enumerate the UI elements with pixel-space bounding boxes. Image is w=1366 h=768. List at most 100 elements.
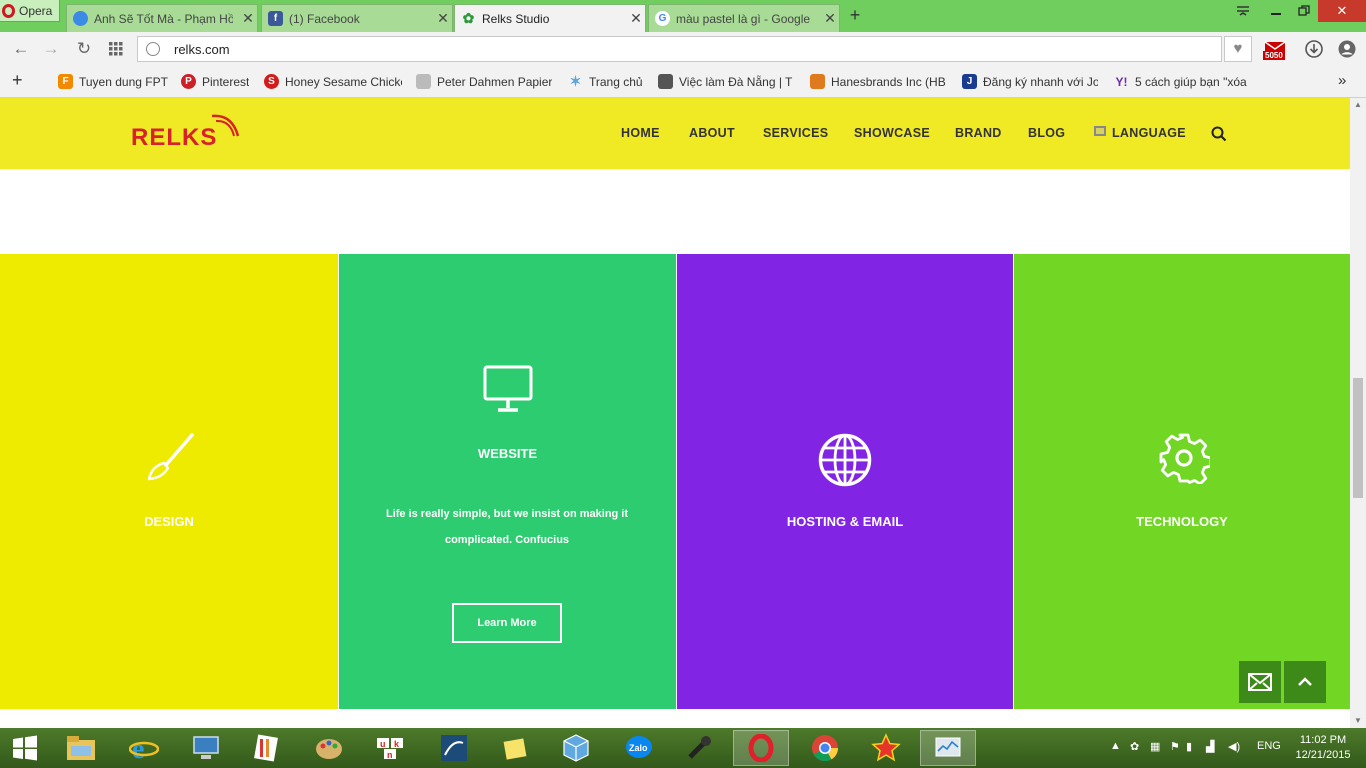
new-tab-button[interactable]: + (846, 6, 864, 24)
service-title: WEBSITE (477, 446, 538, 461)
virtualbox-icon[interactable] (548, 730, 604, 766)
bookmark-item[interactable]: J Đăng ký nhanh với Jo (962, 74, 1098, 89)
bookmark-item[interactable]: Hanesbrands Inc (HB (810, 74, 946, 89)
nav-about[interactable]: ABOUT (689, 126, 735, 140)
nav-services[interactable]: SERVICES (763, 126, 828, 140)
monitor-icon (483, 365, 533, 412)
minimize-icon[interactable] (1263, 0, 1289, 22)
service-title: TECHNOLOGY (1136, 514, 1228, 529)
bookmark-label: Trang chủ (589, 74, 643, 89)
remote-desktop-icon[interactable] (178, 730, 234, 766)
navigation-bar: ← → ↻ relks.com ♥ 5050 (0, 32, 1366, 66)
site-info-icon[interactable] (146, 42, 160, 56)
chrome-taskbar-icon[interactable] (797, 730, 853, 766)
tray-volume-icon[interactable]: ◀) (1228, 740, 1240, 753)
close-icon[interactable]: ✕ (627, 10, 645, 27)
learn-more-button[interactable]: Learn More (452, 603, 562, 643)
bookmark-heart-icon[interactable]: ♥ (1224, 36, 1252, 62)
bookmark-item[interactable]: F Tuyen dung FPT (58, 74, 168, 89)
service-tile-technology: TECHNOLOGY (1014, 254, 1350, 709)
back-icon[interactable]: ← (11, 39, 31, 59)
bookmark-label: Hanesbrands Inc (HB (831, 74, 946, 89)
input-language[interactable]: ENG (1257, 740, 1281, 752)
close-icon[interactable]: ✕ (239, 10, 257, 27)
tray-app-icon[interactable]: ✿ (1130, 740, 1139, 753)
reload-icon[interactable]: ↻ (74, 39, 94, 59)
bookmark-item[interactable]: Việc làm Đà Nẵng | T (658, 74, 794, 89)
tab-menu-icon[interactable] (1230, 0, 1256, 22)
service-tile-hosting: HOSTING & EMAIL (677, 254, 1013, 709)
tray-flag-icon[interactable]: ⚑ (1170, 740, 1180, 753)
scrollbar-thumb[interactable] (1353, 378, 1363, 498)
zalo-icon[interactable]: Zalo (611, 730, 667, 766)
relks-icon: ✿ (462, 10, 475, 26)
mysql-workbench-icon[interactable] (426, 730, 482, 766)
close-icon[interactable]: ✕ (434, 10, 452, 27)
gear-icon (1159, 433, 1210, 484)
tray-network-icon[interactable]: ▦ (1150, 740, 1160, 753)
tray-chevron-icon[interactable]: ▲ (1110, 740, 1121, 752)
tab-facebook[interactable]: f (1) Facebook ✕ (261, 4, 453, 32)
extension-badge: 5050 (1263, 51, 1285, 60)
bookmark-item[interactable]: S Honey Sesame Chicke (264, 74, 402, 89)
account-icon[interactable] (1337, 39, 1357, 59)
scroll-down-icon[interactable]: ▼ (1350, 714, 1366, 728)
tab-title: (1) Facebook (289, 11, 360, 26)
opera-menu-button[interactable]: Opera (0, 0, 60, 22)
gmail-extension-icon[interactable]: 5050 (1262, 36, 1290, 62)
site-logo[interactable]: RELKS (131, 124, 217, 152)
forward-icon[interactable]: → (41, 39, 61, 59)
download-icon[interactable] (1304, 39, 1324, 59)
internet-explorer-icon[interactable]: e (116, 730, 172, 766)
bookmark-item[interactable]: Peter Dahmen Papier (416, 74, 552, 89)
nav-language[interactable]: LANGUAGE (1112, 126, 1186, 140)
tab-anh-se-tot-ma[interactable]: Anh Sẽ Tốt Mà - Phạm Hồ ✕ (66, 4, 258, 32)
microphone-app-icon[interactable] (671, 730, 727, 766)
service-tile-website: WEBSITE Life is really simple, but we in… (339, 254, 676, 709)
tray-battery-icon[interactable]: ▮ (1186, 740, 1192, 753)
windows-start-icon[interactable] (0, 730, 50, 766)
file-explorer-icon[interactable] (53, 730, 109, 766)
bookmark-label: Đăng ký nhanh với Jo (983, 74, 1098, 89)
chevron-up-icon (1298, 677, 1312, 686)
restore-icon[interactable] (1291, 0, 1317, 22)
contact-email-button[interactable] (1239, 661, 1281, 703)
bookmark-item[interactable]: ✶ Trang chủ (568, 74, 643, 89)
sticky-notes-icon[interactable] (488, 730, 544, 766)
paper-icon (416, 74, 431, 89)
bookmark-item[interactable]: Y! 5 cách giúp bạn "xóa (1114, 74, 1250, 89)
windows-taskbar: e ukn Zalo ▲ ✿ ▦ ⚑ ▮ ▟ ◀) ENG 11:02 PM 1… (0, 728, 1366, 768)
bookmarks-bar: + F Tuyen dung FPT P Pinterest S Honey S… (0, 66, 1366, 98)
nav-brand[interactable]: BRAND (955, 126, 1002, 140)
tab-google-search[interactable]: G màu pastel là gì - Google ✕ (648, 4, 840, 32)
address-bar[interactable]: relks.com (137, 36, 1222, 62)
opera-taskbar-icon[interactable] (733, 730, 789, 766)
scroll-up-icon[interactable]: ▲ (1350, 98, 1366, 112)
tab-relks-studio[interactable]: ✿ Relks Studio ✕ (454, 4, 646, 32)
tab-strip: Opera Anh Sẽ Tốt Mà - Phạm Hồ ✕ f (1) Fa… (0, 0, 1366, 32)
page-scrollbar[interactable]: ▲ ▼ (1350, 98, 1366, 728)
paint-icon[interactable] (301, 730, 357, 766)
more-bookmarks-icon[interactable]: » (1338, 72, 1346, 89)
bookmark-label: Tuyen dung FPT (79, 74, 168, 89)
back-to-top-button[interactable] (1284, 661, 1326, 703)
tray-wifi-icon[interactable]: ▟ (1206, 740, 1214, 753)
performance-monitor-icon[interactable] (920, 730, 976, 766)
svg-text:n: n (387, 750, 393, 760)
unikey-icon[interactable]: ukn (362, 730, 418, 766)
star-app-icon[interactable] (858, 730, 914, 766)
close-window-icon[interactable]: ✕ (1318, 0, 1366, 22)
bookmark-item[interactable]: P Pinterest (181, 74, 249, 89)
opera-logo-icon (2, 3, 15, 18)
add-bookmark-button[interactable]: + (12, 70, 23, 91)
nav-showcase[interactable]: SHOWCASE (854, 126, 930, 140)
google-icon: G (655, 11, 670, 26)
office-app-icon[interactable] (238, 730, 294, 766)
system-clock[interactable]: 11:02 PM 12/21/2015 (1292, 733, 1354, 763)
search-icon[interactable] (1211, 126, 1227, 142)
nav-blog[interactable]: BLOG (1028, 126, 1065, 140)
tab-title: màu pastel là gì - Google (676, 11, 811, 26)
nav-home[interactable]: HOME (621, 126, 660, 140)
speed-dial-icon[interactable] (106, 39, 126, 59)
close-icon[interactable]: ✕ (821, 10, 839, 27)
